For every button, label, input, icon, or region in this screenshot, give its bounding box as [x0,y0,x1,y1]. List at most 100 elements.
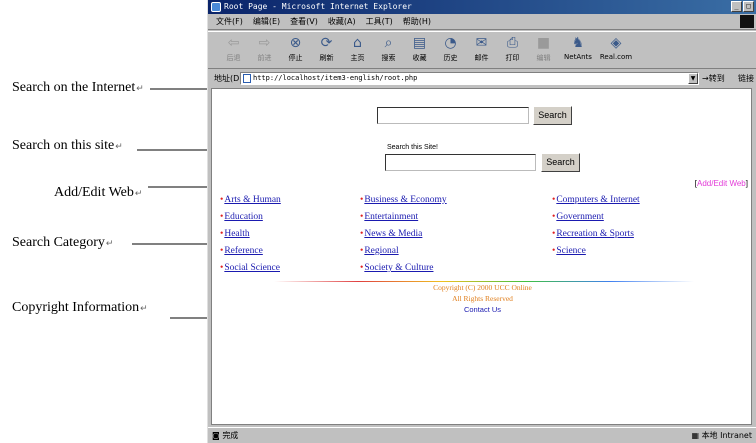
bullet-icon: • [360,263,364,273]
bullet-icon: • [220,195,224,205]
search-button[interactable]: ⌕ 搜索 [373,32,404,70]
internet-search-button[interactable]: Search [533,106,572,125]
favorites-icon: ▤ [412,35,427,51]
favorites-button[interactable]: ▤ 收藏 [404,32,435,70]
print-button[interactable]: ⎙ 打印 [497,32,528,70]
category-link[interactable]: •Health [220,229,250,239]
browser-window: Root Page - Microsoft Internet Explorer … [207,0,756,443]
annotation-search-internet: Search on the Internet↵ [12,80,144,96]
toolbar-label: Real.com [599,53,633,61]
toolbar-label: 搜索 [381,54,396,62]
forward-button[interactable]: ⇨ 前进 [249,32,280,70]
mail-button[interactable]: ✉ 邮件 [466,32,497,70]
refresh-button[interactable]: ⟳ 刷新 [311,32,342,70]
category-link[interactable]: •Reference [220,246,263,256]
netants-icon: ♞ [571,35,585,51]
window-title: Root Page - Microsoft Internet Explorer [224,2,412,11]
category-link[interactable]: •Arts & Human [220,195,281,205]
toolbar-label: 后退 [226,54,241,62]
annotation-label: Search on this site [12,138,115,153]
address-dropdown-icon[interactable]: ▼ [688,73,698,84]
category-link[interactable]: •Entertainment [360,212,418,222]
menu-tools[interactable]: 工具(T) [366,14,393,29]
category-label: Government [556,212,604,222]
site-search-button[interactable]: Search [541,153,580,172]
go-label: 转到 [708,74,725,83]
category-link[interactable]: •Business & Economy [360,195,447,205]
toolbar-label: 停止 [288,54,303,62]
bullet-icon: • [360,195,364,205]
return-mark-icon: ↵ [105,238,114,248]
category-label: Business & Economy [364,195,447,205]
bullet-icon: • [552,229,556,239]
menu-edit[interactable]: 编辑(E) [253,14,280,29]
category-link[interactable]: •Regional [360,246,399,256]
back-arrow-icon: ⇦ [227,35,240,51]
rainbow-divider [274,281,694,282]
category-label: Health [224,229,250,239]
return-mark-icon: ↵ [134,188,143,198]
category-link[interactable]: •Government [552,212,604,222]
category-link[interactable]: •Society & Culture [360,263,433,273]
status-bar: ◙ 完成 ▦ 本地 Intranet [208,427,756,443]
annotation-label: Copyright Information [12,300,140,315]
minimize-icon[interactable]: _ [731,1,742,12]
stop-button[interactable]: ⊗ 停止 [280,32,311,70]
category-label: Society & Culture [364,263,434,273]
category-link[interactable]: •Social Science [220,263,280,273]
category-link[interactable]: •Recreation & Sports [552,229,634,239]
toolbar: ⇦ 后退 ⇨ 前进 ⊗ 停止 ⟳ 刷新 ⌂ 主页 ⌕ 搜索 ▤ 收藏 ◔ 历史 ✉ 邮件 ⎙ 打印 … [208,31,756,69]
category-link[interactable]: •Computers & Internet [552,195,640,205]
links-button[interactable]: 链接 [738,72,754,85]
toolbar-label: 刷新 [319,54,334,62]
edit-button[interactable]: ■ 编辑 [528,32,559,70]
page-icon [243,74,251,83]
category-link[interactable]: •News & Media [360,229,422,239]
category-link[interactable]: •Science [552,246,586,256]
status-right-text: 本地 Intranet [701,431,752,440]
menu-view[interactable]: 查看(V) [290,14,318,29]
status-done: ◙ 完成 [212,431,239,440]
edit-icon: ■ [536,35,551,51]
netants-button[interactable]: ♞ NetAnts [559,32,597,70]
site-search-label: Search this Site! [387,144,438,151]
category-label: Regional [364,246,399,256]
internet-search-input[interactable] [377,107,529,124]
toolbar-label: 打印 [505,54,520,62]
category-label: Education [224,212,263,222]
menu-favorites[interactable]: 收藏(A) [328,14,356,29]
address-input[interactable]: http://localhost/item3-english/root.php [240,72,699,85]
copyright-text: Copyright (C) 2000 UCC Online [433,283,532,292]
toolbar-label: 收藏 [412,54,427,62]
maximize-icon[interactable]: □ [743,1,754,12]
category-link[interactable]: •Education [220,212,263,222]
site-search-input[interactable] [385,154,536,171]
print-icon: ⎙ [506,35,519,51]
go-button[interactable]: →转到 [702,72,725,85]
toolbar-label: 主页 [350,54,365,62]
category-label: News & Media [364,229,423,239]
menu-bar: 文件(F) 编辑(E) 查看(V) 收藏(A) 工具(T) 帮助(H) [208,14,756,30]
stop-icon: ⊗ [289,35,302,51]
toolbar-label: 邮件 [474,54,489,62]
window-controls: _ □ [731,1,754,12]
address-label: 地址(D) [214,74,243,83]
back-button[interactable]: ⇦ 后退 [218,32,249,70]
annotation-search-category: Search Category↵ [12,235,113,251]
contact-us-link[interactable]: Contact Us [212,305,753,314]
category-label: Arts & Human [224,195,281,205]
real-button[interactable]: ◈ Real.com [597,32,635,70]
menu-file[interactable]: 文件(F) [216,14,243,29]
menu-help[interactable]: 帮助(H) [403,14,431,29]
history-button[interactable]: ◔ 历史 [435,32,466,70]
bullet-icon: • [220,212,224,222]
rights-text: All Rights Reserved [452,294,513,303]
add-edit-web-link[interactable]: [Add/Edit Web] [695,179,748,188]
home-button[interactable]: ⌂ 主页 [342,32,373,70]
home-icon: ⌂ [353,35,362,51]
status-left-text: 完成 [222,431,239,440]
bullet-icon: • [360,212,364,222]
toolbar-label: 编辑 [536,54,551,62]
return-mark-icon: ↵ [140,303,148,313]
mail-icon: ✉ [475,35,488,51]
